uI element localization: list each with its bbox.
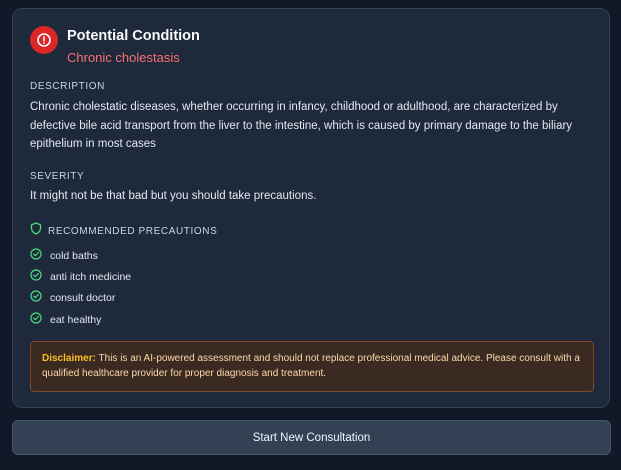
description-text: Chronic cholestatic diseases, whether oc… bbox=[30, 101, 573, 150]
precautions-label: RECOMMENDED PRECAUTIONS bbox=[48, 225, 218, 237]
description-label: DESCRIPTION bbox=[30, 81, 105, 92]
start-new-consultation-button[interactable]: Start New Consultation bbox=[12, 420, 611, 455]
severity-label: SEVERITY bbox=[30, 171, 85, 182]
list-item: cold baths bbox=[30, 245, 131, 266]
disclaimer-box: Disclaimer: This is an AI-powered assess… bbox=[30, 341, 594, 392]
precaution-text: eat healthy bbox=[50, 313, 102, 326]
header-text: Potential Condition Chronic cholestasis bbox=[67, 27, 200, 66]
severity-text: It might not be that bad but you should … bbox=[30, 190, 317, 202]
list-item: anti itch medicine bbox=[30, 266, 131, 287]
precaution-text: anti itch medicine bbox=[50, 270, 132, 283]
list-item: consult doctor bbox=[30, 288, 131, 309]
card-title: Potential Condition bbox=[67, 28, 200, 44]
check-circle-icon bbox=[30, 268, 42, 286]
shield-icon bbox=[30, 222, 42, 240]
check-circle-icon bbox=[30, 289, 42, 307]
alert-circle-icon bbox=[30, 26, 58, 54]
check-circle-icon bbox=[30, 247, 42, 265]
condition-name: Chronic cholestasis bbox=[67, 50, 180, 65]
list-item: eat healthy bbox=[30, 309, 131, 330]
precautions-header: RECOMMENDED PRECAUTIONS bbox=[30, 222, 217, 240]
precaution-list: cold baths anti itch medicine consult do… bbox=[30, 245, 131, 330]
disclaimer-text: This is an AI-powered assessment and sho… bbox=[42, 353, 580, 379]
precaution-text: consult doctor bbox=[50, 292, 116, 305]
precaution-text: cold baths bbox=[50, 249, 98, 262]
condition-header: Potential Condition Chronic cholestasis bbox=[30, 26, 200, 66]
check-circle-icon bbox=[30, 311, 42, 329]
condition-card: Potential Condition Chronic cholestasis … bbox=[12, 8, 610, 408]
disclaimer-label: Disclaimer: bbox=[42, 353, 96, 364]
